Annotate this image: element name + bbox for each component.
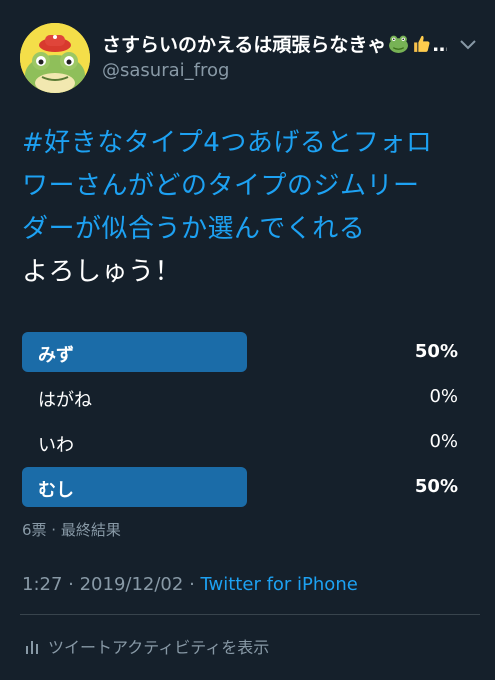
user-handle[interactable]: @sasurai_frog: [102, 60, 229, 81]
thumbs-up-emoji-icon: [414, 35, 430, 52]
bar-chart-icon: [26, 641, 38, 654]
tweet-body-text: よろしゅう！: [22, 257, 182, 287]
poll-option: いわ 0%: [22, 422, 462, 462]
divider: [20, 614, 480, 615]
meta-separator: ·: [62, 574, 80, 595]
avatar[interactable]: [20, 23, 90, 93]
display-name[interactable]: さすらいのかえるは頑張らなきゃ …: [102, 30, 447, 57]
poll-option-label: いわ: [38, 435, 74, 456]
frog-emoji-icon: [389, 35, 409, 53]
poll-option-percent: 50%: [414, 476, 458, 497]
hashtag-line-1[interactable]: #好きなタイプ4つあげるとフォロ: [22, 122, 482, 165]
poll-option-percent: 0%: [429, 386, 458, 407]
tweet-source-link[interactable]: Twitter for iPhone: [201, 574, 358, 595]
poll-option: みず 50%: [22, 332, 462, 372]
tweet-activity-link[interactable]: ツイートアクティビティを表示: [24, 634, 269, 658]
tweet-activity-label: ツイートアクティビティを表示: [48, 638, 270, 657]
poll-option-label: むし: [38, 480, 74, 501]
tweet-date[interactable]: 2019/12/02: [80, 574, 184, 595]
poll-option: むし 50%: [22, 467, 462, 507]
frog-avatar-icon: [20, 23, 90, 93]
hashtag-line-2[interactable]: ワーさんがどのタイプのジムリー: [22, 165, 482, 208]
meta-separator: ·: [183, 574, 201, 595]
poll-option-label: みず: [38, 345, 74, 366]
display-name-text: さすらいのかえるは頑張らなきゃ: [102, 34, 387, 56]
display-name-ellipsis: …: [432, 34, 447, 56]
tweet-header: さすらいのかえるは頑張らなきゃ … @sasurai_frog: [0, 0, 495, 100]
tweet-text: #好きなタイプ4つあげるとフォロ ワーさんがどのタイプのジムリー ダーが似合うか…: [22, 122, 482, 294]
tweet-time[interactable]: 1:27: [22, 574, 62, 595]
hashtag-line-3[interactable]: ダーが似合うか選んでくれる: [22, 208, 482, 251]
poll-summary: 6票 · 最終結果: [22, 521, 121, 539]
poll-option: はがね 0%: [22, 377, 462, 417]
chevron-down-icon[interactable]: [460, 40, 476, 50]
poll-option-label: はがね: [38, 390, 92, 411]
poll-option-percent: 50%: [414, 341, 458, 362]
poll-option-percent: 0%: [429, 431, 458, 452]
tweet-meta: 1:27 · 2019/12/02 · Twitter for iPhone: [22, 574, 358, 595]
